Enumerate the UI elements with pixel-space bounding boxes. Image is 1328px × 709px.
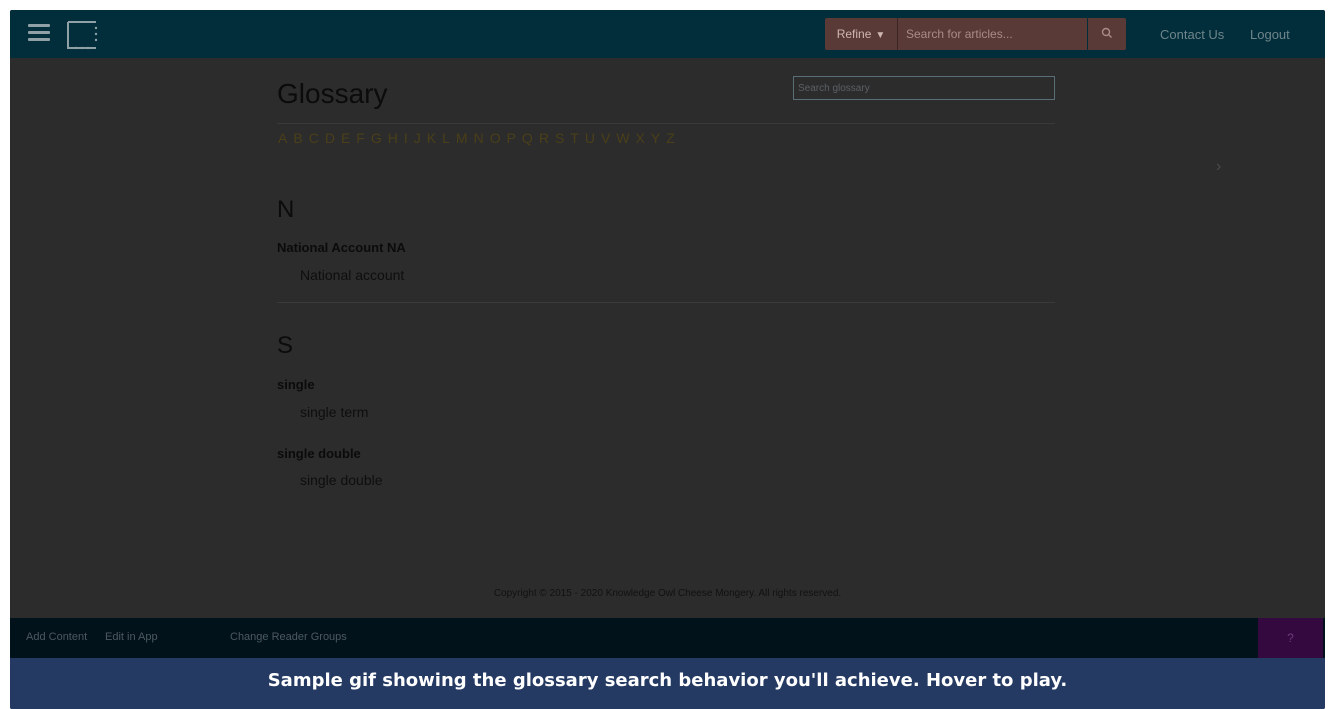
alphabet-letter-m[interactable]: M <box>456 130 468 146</box>
change-reader-groups-link[interactable]: Change Reader Groups <box>230 631 347 643</box>
glossary-term: National Account NA <box>277 240 406 255</box>
alphabet-letter-t[interactable]: T <box>570 130 579 146</box>
top-navbar: Refine▼ Contact Us Logout <box>10 10 1325 58</box>
search-button[interactable] <box>1088 18 1126 50</box>
search-icon <box>1101 27 1112 38</box>
contact-us-link[interactable]: Contact Us <box>1160 27 1224 42</box>
refine-button[interactable]: Refine ▼ <box>825 18 897 50</box>
logo-icon[interactable] <box>66 20 98 50</box>
page-title: Glossary <box>277 78 388 109</box>
alphabet-letter-l[interactable]: L <box>442 130 450 146</box>
add-content-link[interactable]: Add Content <box>26 631 87 643</box>
alphabet-letter-x[interactable]: X <box>636 130 645 146</box>
glossary-term: single double <box>277 446 361 461</box>
alphabet-letter-u[interactable]: U <box>585 130 595 146</box>
alphabet-letter-c[interactable]: C <box>309 130 319 146</box>
section-letter-s: S <box>277 332 294 359</box>
alphabet-letter-b[interactable]: B <box>293 130 302 146</box>
help-button[interactable]: ? <box>1258 618 1323 658</box>
divider <box>277 302 1055 303</box>
alphabet-letter-d[interactable]: D <box>325 130 335 146</box>
alphabet-letter-v[interactable]: V <box>601 130 610 146</box>
hamburger-menu-icon[interactable] <box>28 24 50 42</box>
alphabet-letter-a[interactable]: A <box>278 130 287 146</box>
section-letter-n: N <box>277 196 295 223</box>
refine-label: Refine <box>836 27 872 41</box>
alphabet-letter-n[interactable]: N <box>474 130 484 146</box>
alphabet-letter-f[interactable]: F <box>356 130 365 146</box>
alphabet-letter-k[interactable]: K <box>427 130 436 146</box>
alphabet-letter-p[interactable]: P <box>507 130 516 146</box>
caret-down-icon: ▼ <box>875 30 886 41</box>
glossary-definition: single double <box>300 472 383 488</box>
chevron-right-icon[interactable]: › <box>1216 158 1221 176</box>
screenshot-frame: Refine▼ Contact Us Logout Glossary ABCDE… <box>10 10 1325 709</box>
alphabet-letter-z[interactable]: Z <box>666 130 675 146</box>
glossary-search-input[interactable] <box>793 76 1055 100</box>
alphabet-nav: ABCDEFGHIJKLMNOPQRSTUVWXYZ <box>278 130 681 146</box>
alphabet-letter-i[interactable]: I <box>404 130 408 146</box>
alphabet-letter-y[interactable]: Y <box>651 130 660 146</box>
search-articles-input[interactable] <box>897 18 1087 50</box>
copyright-text: Copyright © 2015 - 2020 Knowledge Owl Ch… <box>493 588 842 599</box>
alphabet-letter-o[interactable]: O <box>490 130 501 146</box>
alphabet-letter-j[interactable]: J <box>414 130 421 146</box>
glossary-term: single <box>277 377 315 392</box>
glossary-definition: National account <box>300 267 405 283</box>
divider <box>277 123 1055 124</box>
edit-in-app-link[interactable]: Edit in App <box>105 631 158 643</box>
alphabet-letter-e[interactable]: E <box>341 130 350 146</box>
alphabet-letter-g[interactable]: G <box>371 130 382 146</box>
admin-bar: Add Content Edit in App Change Reader Gr… <box>10 618 1325 658</box>
logout-link[interactable]: Logout <box>1250 27 1290 42</box>
alphabet-letter-w[interactable]: W <box>616 130 629 146</box>
alphabet-letter-r[interactable]: R <box>539 130 549 146</box>
alphabet-letter-s[interactable]: S <box>555 130 564 146</box>
alphabet-letter-q[interactable]: Q <box>522 130 533 146</box>
alphabet-letter-h[interactable]: H <box>388 130 398 146</box>
caption-banner: Sample gif showing the glossary search b… <box>10 658 1325 709</box>
glossary-definition: single term <box>300 404 369 420</box>
